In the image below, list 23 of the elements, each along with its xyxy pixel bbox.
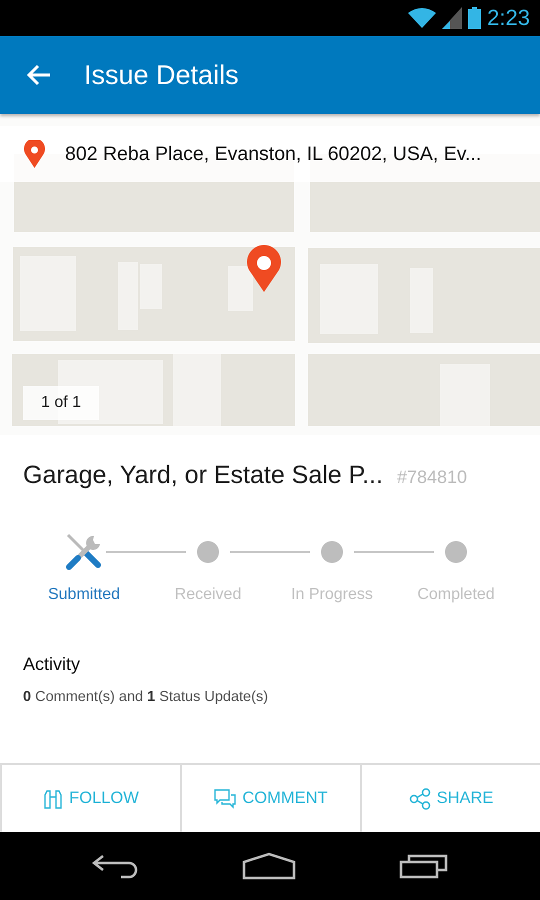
address-text: 802 Reba Place, Evanston, IL 60202, USA, Ev...	[65, 142, 482, 166]
issue-title: Garage, Yard, or Estate Sale P...	[23, 461, 383, 490]
screen-title: Issue Details	[84, 60, 239, 90]
recents-nav-button[interactable]	[398, 853, 449, 879]
section-heading: Activity	[23, 654, 82, 675]
step-label: In Progress	[291, 586, 373, 604]
step-label: Submitted	[48, 586, 120, 604]
issue-number: #784810	[396, 467, 468, 488]
signal-icon	[442, 7, 462, 29]
photo-counter: 1 of 1	[23, 386, 100, 420]
activity-summary: 0 Comment(s) and 1 Status Update(s)	[23, 689, 270, 705]
back-nav-button[interactable]	[91, 853, 140, 879]
wifi-icon	[408, 8, 436, 28]
chat-bubbles-icon	[214, 788, 236, 808]
home-nav-button[interactable]	[242, 852, 296, 880]
step-label: Completed	[417, 586, 495, 604]
battery-icon	[468, 7, 482, 29]
location-pin-icon	[24, 140, 45, 168]
clock-time: 2:23	[487, 5, 530, 31]
binoculars-icon	[43, 788, 64, 808]
step-label: Received	[174, 586, 242, 604]
back-button[interactable]	[26, 64, 52, 86]
share-icon	[408, 788, 431, 810]
